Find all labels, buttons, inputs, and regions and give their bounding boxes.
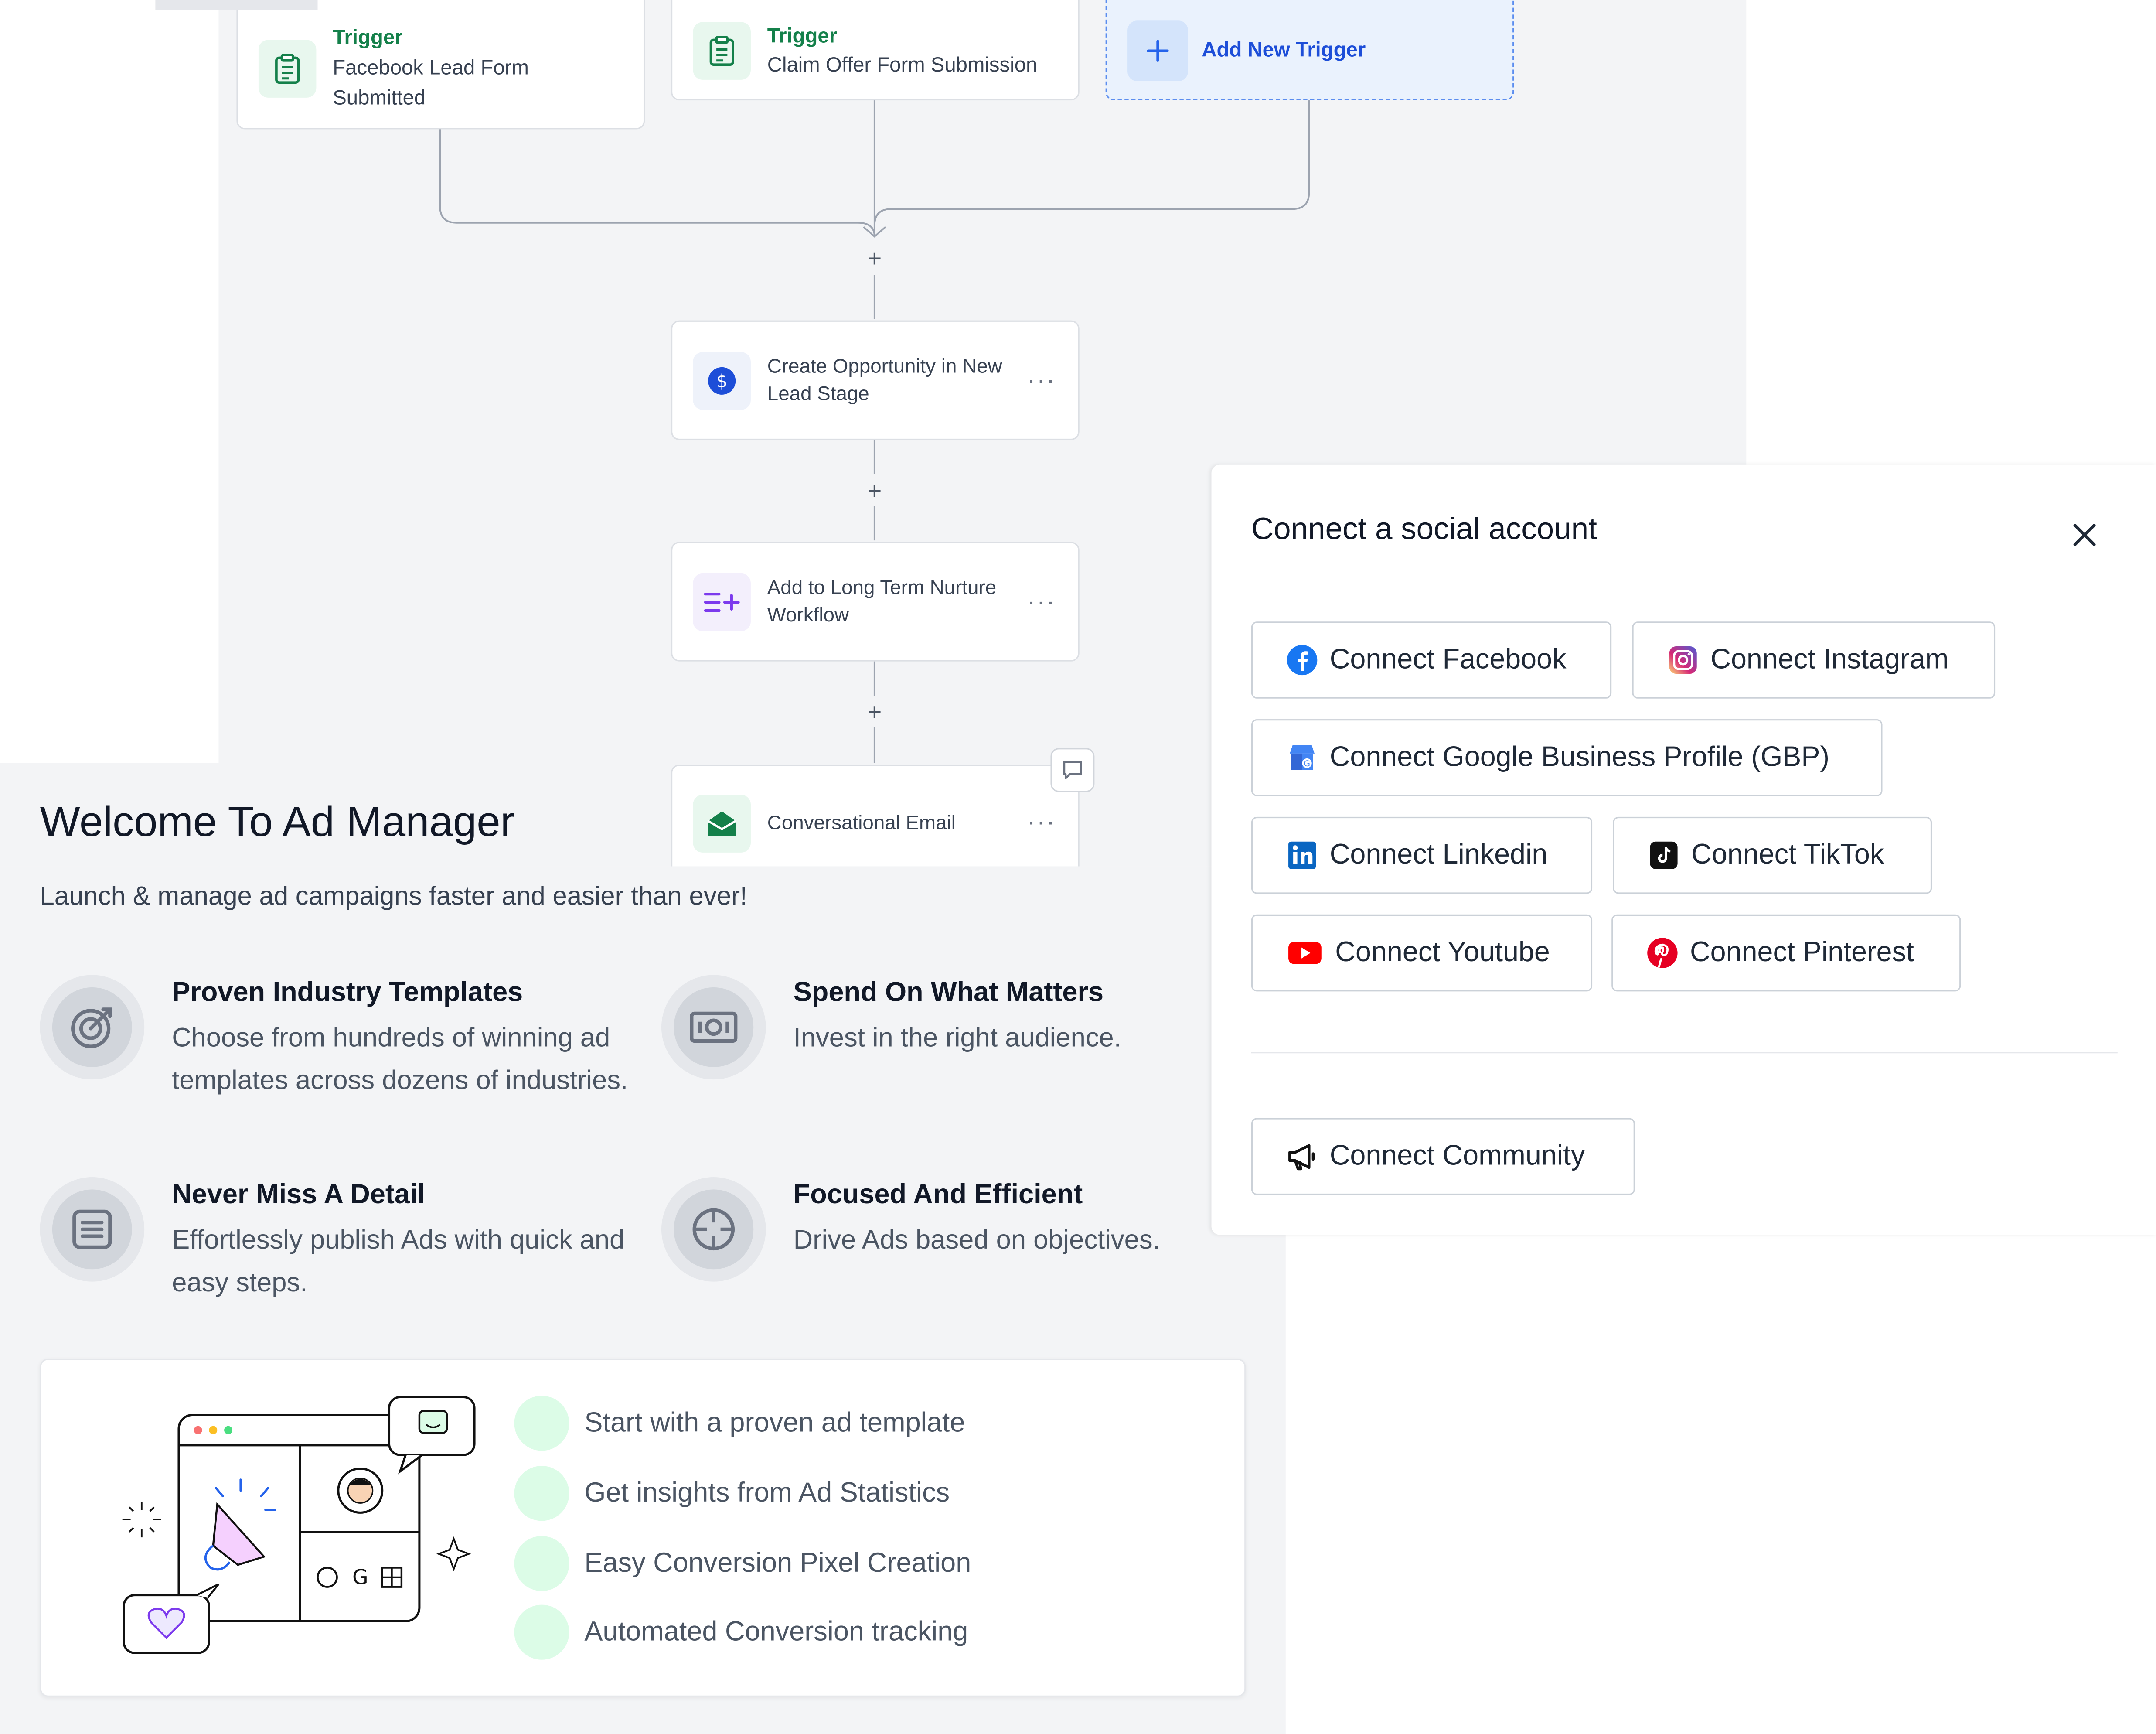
svg-text:G: G (1304, 759, 1310, 768)
checklist-text: Start with a proven ad template (584, 1407, 965, 1438)
linkedin-icon (1286, 839, 1319, 872)
connect-gbp-button[interactable]: G Connect Google Business Profile (GBP) (1251, 719, 1883, 796)
checklist-item: Get insights from Ad Statistics (514, 1466, 950, 1521)
checklist-item: Easy Conversion Pixel Creation (514, 1536, 971, 1591)
action-name: Create Opportunity in New Lead Stage (767, 355, 1002, 405)
feature-title: Focused And Efficient (793, 1180, 1083, 1210)
action-card-create-opportunity[interactable]: $ Create Opportunity in New Lead Stage ·… (671, 320, 1080, 440)
feature-icon-wrap (40, 1177, 145, 1282)
check-icon (514, 1604, 569, 1660)
feature-icon-wrap (661, 1177, 766, 1282)
ad-manager-welcome: Welcome To Ad Manager Launch & manage ad… (0, 798, 1286, 1734)
feature-title: Never Miss A Detail (172, 1180, 426, 1210)
trigger-icon-wrap (258, 40, 317, 98)
add-new-trigger-button[interactable]: Add New Trigger (1105, 0, 1514, 101)
envelope-icon (707, 810, 736, 836)
dollar-icon: $ (708, 366, 736, 394)
checklist-text: Automated Conversion tracking (584, 1616, 968, 1647)
trigger-tag: Trigger (767, 24, 838, 48)
connect-social-modal: Connect a social account Connect Faceboo… (1211, 464, 2156, 1235)
svg-text:G: G (352, 1565, 368, 1589)
action-name: Conversational Email (767, 812, 956, 834)
trigger-card-facebook-lead[interactable]: Trigger Facebook Lead Form Submitted (155, 0, 645, 130)
feature-description: Choose from hundreds of winning ad templ… (172, 1023, 628, 1096)
facebook-icon (1286, 644, 1319, 677)
check-icon (514, 1536, 569, 1591)
connect-tiktok-button[interactable]: Connect TikTok (1613, 816, 1932, 894)
add-step-button[interactable]: + (863, 700, 886, 725)
canvas-fragment (155, 0, 318, 10)
checklist-item: Automated Conversion tracking (514, 1604, 968, 1660)
youtube-icon (1286, 936, 1324, 969)
checklist-text: Easy Conversion Pixel Creation (584, 1547, 971, 1578)
action-icon-wrap: $ (693, 351, 751, 410)
connect-facebook-button[interactable]: Connect Facebook (1251, 621, 1612, 699)
promo-card: G Start with a proven ad template Get in… (40, 1359, 1246, 1697)
button-label: Connect Instagram (1710, 643, 1949, 676)
list-add-icon (704, 592, 740, 611)
add-step-button[interactable]: + (863, 246, 886, 271)
action-card-nurture-workflow[interactable]: Add to Long Term Nurture Workflow ··· (671, 542, 1080, 662)
action-name: Add to Long Term Nurture Workflow (767, 577, 997, 627)
button-label: Connect Google Business Profile (GBP) (1329, 741, 1830, 773)
crosshair-icon (692, 1208, 735, 1251)
comment-icon (1063, 761, 1082, 779)
page-title: Welcome To Ad Manager (40, 797, 515, 846)
button-label: Connect Youtube (1335, 936, 1550, 968)
trigger-card-claim-offer[interactable]: Trigger Claim Offer Form Submission (671, 0, 1080, 101)
svg-text:$: $ (716, 370, 728, 391)
feature-title: Spend On What Matters (793, 977, 1104, 1008)
trigger-name: Claim Offer Form Submission (767, 53, 1038, 76)
feature-icon-wrap (40, 975, 145, 1080)
connect-youtube-button[interactable]: Connect Youtube (1251, 914, 1593, 992)
clipboard-icon (275, 54, 300, 84)
instagram-icon (1666, 644, 1700, 677)
trigger-icon-wrap (693, 21, 751, 79)
modal-title: Connect a social account (1251, 511, 1597, 546)
add-trigger-icon-wrap (1127, 20, 1188, 81)
checklist-item: Start with a proven ad template (514, 1396, 965, 1451)
screen: Trigger Facebook Lead Form Submitted Tri… (0, 0, 2156, 1734)
pinterest-icon (1646, 936, 1679, 969)
connect-community-button[interactable]: Connect Community (1251, 1118, 1635, 1195)
check-icon (514, 1466, 569, 1521)
page-subtitle: Launch & manage ad campaigns faster and … (40, 883, 747, 912)
add-step-button[interactable]: + (863, 478, 886, 503)
target-icon (71, 1007, 112, 1048)
button-label: Connect Facebook (1329, 643, 1567, 676)
close-button[interactable] (2064, 514, 2105, 556)
check-icon (514, 1396, 569, 1451)
trigger-tag: Trigger (333, 26, 403, 50)
connect-instagram-button[interactable]: Connect Instagram (1632, 621, 1996, 699)
action-menu-button[interactable]: ··· (1027, 366, 1056, 395)
trigger-name: Facebook Lead Form Submitted (333, 56, 529, 110)
comment-button[interactable] (1050, 748, 1095, 792)
button-label: Connect Community (1329, 1140, 1585, 1172)
document-list-icon (72, 1209, 112, 1249)
checklist-text: Get insights from Ad Statistics (584, 1477, 950, 1508)
action-icon-wrap (693, 794, 751, 852)
clipboard-icon (709, 35, 734, 65)
add-new-trigger-label: Add New Trigger (1202, 38, 1366, 62)
money-icon (690, 1011, 738, 1043)
connect-pinterest-button[interactable]: Connect Pinterest (1611, 914, 1961, 992)
ad-illustration-icon: G (122, 1396, 476, 1654)
plus-icon (1147, 39, 1169, 61)
close-icon (2073, 524, 2096, 546)
action-menu-button[interactable]: ··· (1027, 807, 1056, 836)
feature-title: Proven Industry Templates (172, 977, 523, 1008)
google-business-icon: G (1286, 741, 1319, 775)
button-label: Connect Pinterest (1689, 936, 1914, 968)
action-menu-button[interactable]: ··· (1027, 587, 1056, 616)
megaphone-icon (1286, 1140, 1319, 1173)
modal-divider (1251, 1052, 2118, 1054)
action-icon-wrap (693, 573, 751, 631)
feature-description: Effortlessly publish Ads with quick and … (172, 1225, 625, 1297)
button-label: Connect Linkedin (1329, 839, 1548, 870)
feature-icon-wrap (661, 975, 766, 1080)
tiktok-icon (1647, 839, 1680, 872)
button-label: Connect TikTok (1691, 839, 1884, 870)
connect-linkedin-button[interactable]: Connect Linkedin (1251, 816, 1593, 894)
